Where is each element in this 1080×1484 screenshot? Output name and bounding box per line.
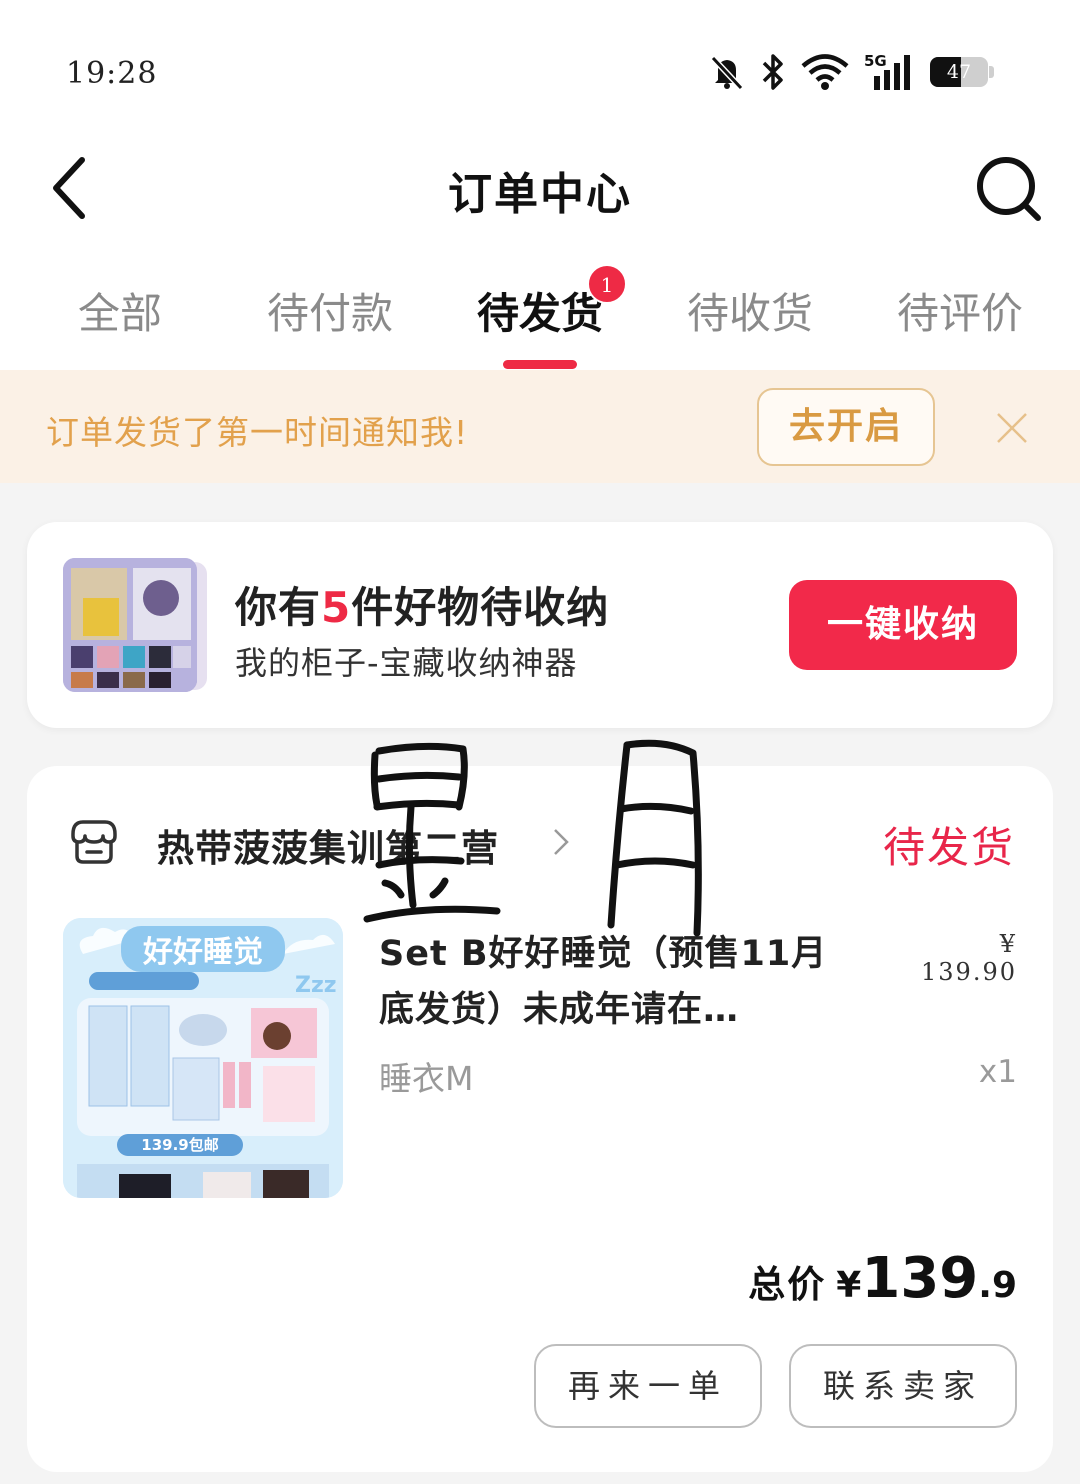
battery-icon: 47 <box>930 55 994 89</box>
shop-name[interactable]: 热带菠菠集训第二营 <box>157 818 499 872</box>
order-total: 总价 ¥139.9 <box>627 1246 1017 1311</box>
tab-pending-receipt[interactable]: 待收货 <box>645 280 855 341</box>
close-icon[interactable] <box>994 410 1030 446</box>
promo-thumbnail <box>63 558 207 694</box>
tab-badge: 1 <box>587 264 627 304</box>
total-integer: 139 <box>861 1246 979 1311</box>
product-price: ¥ 139.90 <box>921 930 1017 986</box>
product-spec: 睡衣M <box>379 1059 474 1098</box>
order-status: 待发货 <box>883 823 1016 872</box>
wifi-icon <box>801 54 849 90</box>
signal-5g-icon: 5G <box>864 52 910 90</box>
status-bar: 19:28 5G 47 <box>0 0 1080 130</box>
tab-pending-payment[interactable]: 待付款 <box>225 280 435 341</box>
promo-subtitle: 我的柜子-宝藏收纳神器 <box>235 644 578 682</box>
mute-bell-icon <box>710 55 744 91</box>
notice-text: 订单发货了第一时间通知我! <box>46 413 469 452</box>
battery-level: 47 <box>946 61 972 83</box>
order-tabs: 全部 待付款 待发货 待收货 待评价 <box>0 270 1080 370</box>
contact-seller-button[interactable]: 联系卖家 <box>789 1344 1017 1428</box>
svg-text:5G: 5G <box>864 52 887 70</box>
search-icon[interactable] <box>972 152 1044 224</box>
promo-count: 5 <box>321 583 352 632</box>
product-quantity: x1 <box>978 1054 1017 1090</box>
svg-text:好好睡觉: 好好睡觉 <box>142 935 263 970</box>
buy-again-button[interactable]: 再来一单 <box>534 1344 762 1428</box>
total-decimal: .9 <box>978 1265 1017 1306</box>
shipping-notice-banner: 订单发货了第一时间通知我! 去开启 <box>0 370 1080 483</box>
bluetooth-icon <box>762 54 783 90</box>
product-image[interactable]: 好好睡觉 Zzz 139.9包邮 <box>63 918 343 1198</box>
status-time: 19:28 <box>66 56 158 91</box>
order-card[interactable]: 热带菠菠集训第二营 待发货 好好睡觉 Zzz 139.9包邮 Set B好好睡觉… <box>27 766 1053 1472</box>
product-title[interactable]: Set B好好睡觉（预售11月底发货）未成年请在… <box>379 926 839 1038</box>
tab-all[interactable]: 全部 <box>15 280 225 341</box>
storage-promo-card[interactable]: 你有5件好物待收纳 我的柜子-宝藏收纳神器 一键收纳 <box>27 522 1053 728</box>
enable-notification-button[interactable]: 去开启 <box>757 388 935 466</box>
chevron-right-icon[interactable] <box>551 826 571 858</box>
svg-text:Zzz: Zzz <box>295 973 337 998</box>
total-currency: ¥ <box>836 1265 862 1306</box>
one-click-store-button[interactable]: 一键收纳 <box>789 580 1017 670</box>
promo-title: 你有5件好物待收纳 <box>235 583 610 632</box>
svg-text:139.9包邮: 139.9包邮 <box>141 1136 218 1154</box>
shop-icon <box>71 820 117 864</box>
page-title: 订单中心 <box>448 169 632 220</box>
total-label: 总价 <box>748 1263 827 1306</box>
status-icons: 5G 47 <box>708 52 994 92</box>
tab-pending-review[interactable]: 待评价 <box>855 280 1065 341</box>
active-tab-indicator <box>503 360 577 369</box>
nav-bar: 订单中心 <box>0 130 1080 245</box>
